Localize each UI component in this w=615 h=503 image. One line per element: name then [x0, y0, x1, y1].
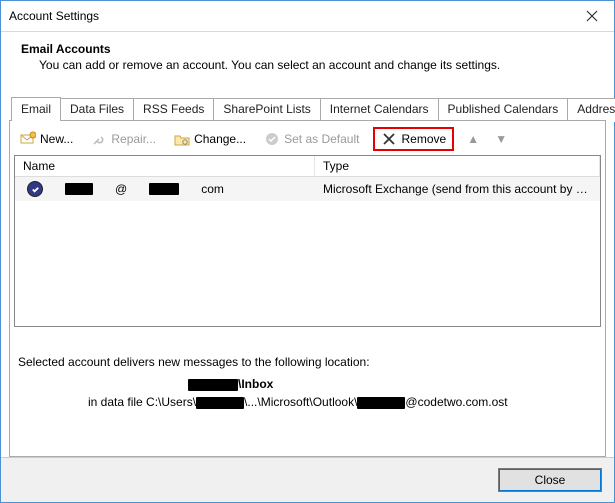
delivery-path-mid: \...\Microsoft\Outlook\: [244, 395, 357, 409]
envelope-new-icon: [20, 131, 36, 147]
delivery-path-suffix: @codetwo.com.ost: [405, 395, 507, 409]
tab-address-books[interactable]: Address Books: [567, 98, 615, 122]
tab-sharepoint-lists[interactable]: SharePoint Lists: [213, 98, 320, 122]
move-up-button: ▲: [464, 132, 482, 146]
tab-email[interactable]: Email: [11, 97, 61, 121]
set-default-button: Set as Default: [260, 129, 363, 149]
col-header-type[interactable]: Type: [315, 156, 600, 176]
arrow-down-icon: ▼: [495, 132, 507, 146]
repair-account-label: Repair...: [111, 132, 156, 146]
new-account-label: New...: [40, 132, 73, 146]
new-account-button[interactable]: New...: [16, 129, 77, 149]
col-header-name[interactable]: Name: [15, 156, 315, 176]
set-default-label: Set as Default: [284, 132, 359, 146]
account-type-cell: Microsoft Exchange (send from this accou…: [315, 181, 600, 197]
tab-data-files[interactable]: Data Files: [60, 98, 134, 122]
redacted-text: [196, 397, 244, 409]
redacted-text: [188, 379, 238, 391]
default-account-icon: [27, 181, 43, 197]
tab-panel-email: New... Repair... Change...: [9, 120, 606, 457]
content-area: Email Data Files RSS Feeds SharePoint Li…: [1, 84, 614, 457]
check-circle-icon: [264, 131, 280, 147]
folder-gear-icon: [174, 131, 190, 147]
remove-account-label: Remove: [401, 132, 446, 146]
change-account-label: Change...: [194, 132, 246, 146]
account-name-domain: com: [201, 182, 224, 196]
tab-rss-feeds[interactable]: RSS Feeds: [133, 98, 214, 122]
account-name-at: @: [115, 182, 127, 196]
tab-internet-calendars[interactable]: Internet Calendars: [320, 98, 439, 122]
change-account-button[interactable]: Change...: [170, 129, 250, 149]
page-description: You can add or remove an account. You ca…: [21, 58, 594, 72]
remove-account-button[interactable]: Remove: [373, 127, 454, 151]
accounts-list: Name Type @ com Mi: [14, 155, 601, 327]
close-icon: [586, 10, 598, 22]
wrench-icon: [91, 131, 107, 147]
delivery-path: in data file C:\Users\ \...\Microsoft\Out…: [18, 391, 597, 409]
redacted-text: [65, 183, 93, 195]
window-close-button[interactable]: [569, 1, 614, 30]
tab-published-calendars[interactable]: Published Calendars: [438, 98, 569, 122]
window-title: Account Settings: [9, 9, 99, 23]
delivery-info: Selected account delivers new messages t…: [14, 327, 601, 417]
accounts-list-header: Name Type: [15, 156, 600, 177]
close-button[interactable]: Close: [498, 468, 602, 492]
account-settings-window: Account Settings Email Accounts You can …: [0, 0, 615, 503]
move-down-button: ▼: [492, 132, 510, 146]
dialog-footer: Close: [1, 457, 614, 502]
page-header: Email Accounts You can add or remove an …: [1, 32, 614, 84]
arrow-up-icon: ▲: [467, 132, 479, 146]
titlebar: Account Settings: [1, 1, 614, 32]
list-item[interactable]: @ com Microsoft Exchange (send from this…: [15, 177, 600, 201]
toolbar: New... Repair... Change...: [14, 125, 601, 153]
delivery-info-line1: Selected account delivers new messages t…: [18, 355, 597, 369]
delivery-folder: \Inbox: [238, 377, 273, 391]
x-icon: [381, 131, 397, 147]
page-title: Email Accounts: [21, 42, 594, 58]
redacted-text: [149, 183, 179, 195]
redacted-text: [357, 397, 405, 409]
account-name-cell: @ com: [15, 180, 315, 198]
tabstrip: Email Data Files RSS Feeds SharePoint Li…: [9, 96, 606, 120]
accounts-list-body: @ com Microsoft Exchange (send from this…: [15, 177, 600, 325]
repair-account-button: Repair...: [87, 129, 160, 149]
delivery-path-prefix: in data file C:\Users\: [88, 395, 196, 409]
